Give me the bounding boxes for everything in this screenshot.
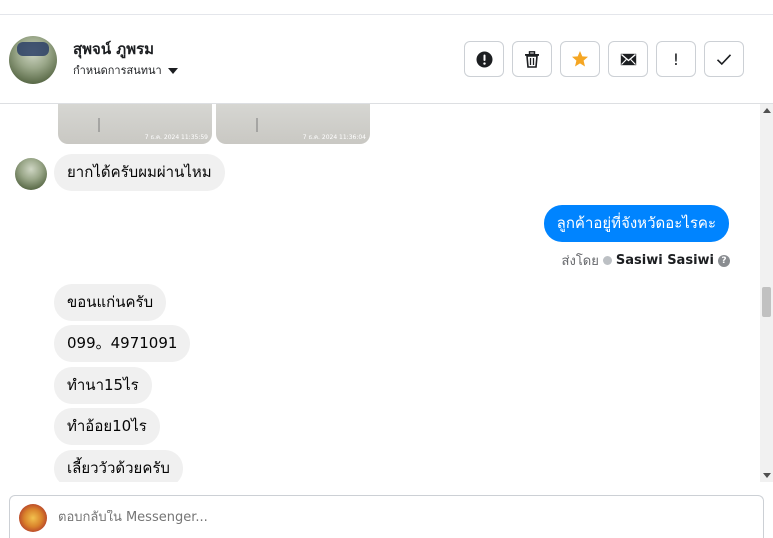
attached-photo[interactable]: 7 ธ.ค. 2024 11:36:04 xyxy=(216,104,370,144)
email-button[interactable] xyxy=(608,41,648,77)
alert-circle-icon xyxy=(476,51,492,67)
star-icon xyxy=(572,51,588,67)
mark-important-button[interactable]: ! xyxy=(656,41,696,77)
message-bubble[interactable]: ขอนแก่นครับ xyxy=(54,284,167,321)
message-bubble[interactable]: 099。4971091 xyxy=(54,325,191,362)
check-icon xyxy=(716,53,732,65)
conversation-label: กำหนดการสนทนา xyxy=(73,64,162,77)
scrollbar-thumb[interactable] xyxy=(762,287,771,317)
thread-scrollbar[interactable] xyxy=(760,104,773,482)
photo-content xyxy=(98,118,128,132)
reply-input[interactable] xyxy=(58,510,738,525)
photo-timestamp: 7 ธ.ค. 2024 11:36:04 xyxy=(302,134,366,141)
star-button[interactable] xyxy=(560,41,600,77)
messenger-conversation-page: สุพจน์ ภูพรม กำหนดการสนทนา ! 7 ธ.ค. 2024… xyxy=(0,0,773,538)
page-avatar xyxy=(19,504,47,532)
scroll-down-arrow-icon[interactable] xyxy=(763,473,771,478)
contact-name[interactable]: สุพจน์ ภูพรม xyxy=(73,37,154,61)
message-bubble[interactable]: ทำอ้อย10ไร xyxy=(54,408,160,445)
trash-icon xyxy=(525,50,539,68)
message-thread[interactable]: 7 ธ.ค. 2024 11:35:59 7 ธ.ค. 2024 11:36:0… xyxy=(0,104,760,482)
exclamation-icon: ! xyxy=(672,49,680,69)
status-dot-icon xyxy=(602,256,612,265)
delete-button[interactable] xyxy=(512,41,552,77)
message-bubble-outgoing[interactable]: ลูกค้าอยู่ที่จังหวัดอะไรคะ xyxy=(543,205,729,242)
message-bubble[interactable]: เลี้ยววัวด้วยครับ xyxy=(54,450,183,482)
scroll-up-arrow-icon[interactable] xyxy=(763,108,771,113)
photo-content xyxy=(256,118,286,132)
conversation-label-dropdown[interactable]: กำหนดการสนทนา xyxy=(73,61,178,79)
sender-name[interactable]: Sasiwi Sasiwi xyxy=(616,253,714,268)
attached-photo[interactable]: 7 ธ.ค. 2024 11:35:59 xyxy=(58,104,212,144)
sender-avatar[interactable] xyxy=(15,158,47,190)
message-bubble[interactable]: ยากได้ครับผมผ่านไหม xyxy=(54,154,225,191)
message-bubble[interactable]: ทำนา15ไร xyxy=(54,367,152,404)
mark-done-button[interactable] xyxy=(704,41,744,77)
report-spam-button[interactable] xyxy=(464,41,504,77)
sent-by-info: ส่งโดย Sasiwi Sasiwi ? xyxy=(562,250,730,271)
caret-down-icon xyxy=(167,67,178,74)
contact-avatar[interactable] xyxy=(9,36,57,84)
sent-by-label: ส่งโดย xyxy=(561,254,599,269)
conversation-header: สุพจน์ ภูพรม กำหนดการสนทนา ! xyxy=(0,14,773,104)
photo-timestamp: 7 ธ.ค. 2024 11:35:59 xyxy=(144,134,208,141)
help-icon[interactable]: ? xyxy=(718,254,730,267)
header-actions: ! xyxy=(464,41,744,77)
reply-composer xyxy=(9,495,764,538)
mail-icon xyxy=(620,53,636,65)
